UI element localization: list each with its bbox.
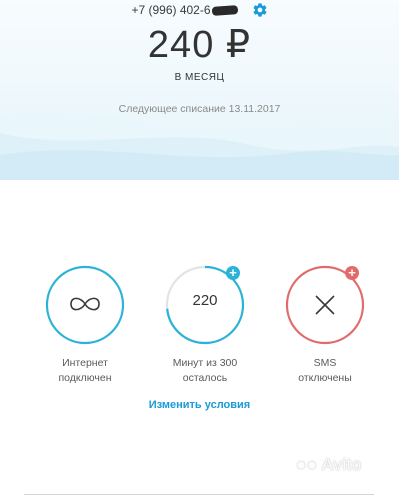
sms-label: SMS отключены (280, 356, 370, 386)
avito-watermark-text: Avito (321, 455, 362, 474)
minutes-label-line2: осталось (182, 372, 228, 384)
minutes-remaining-value: 220 (192, 292, 218, 309)
sms-label-line1: SMS (313, 357, 337, 369)
internet-label: Интернет подключен (40, 356, 130, 386)
change-terms-link[interactable]: Изменить условия (0, 399, 399, 411)
close-icon (315, 295, 335, 315)
minutes-gauge[interactable]: 220 + Минут из 300 осталось (160, 262, 250, 386)
phone-redaction (211, 5, 238, 17)
gear-icon[interactable] (252, 2, 268, 18)
services-gauges: Интернет подключен 220 + Минут из 300 ос… (0, 262, 399, 384)
phone-number: +7 (996) 402-6 (131, 3, 238, 17)
tariff-header: +7 (996) 402-6 240 ₽ В МЕСЯЦ Следующее с… (0, 0, 399, 180)
avito-logo-icon: ●● (296, 455, 318, 474)
phone-row: +7 (996) 402-6 (0, 0, 399, 20)
add-sms-button[interactable]: + (345, 266, 359, 280)
infinity-icon (70, 297, 100, 311)
next-charge-date: Следующее списание 13.11.2017 (118, 103, 281, 115)
avito-watermark: ●● Avito (296, 455, 392, 483)
sms-gauge[interactable]: + SMS отключены (280, 262, 370, 386)
phone-number-text: +7 (996) 402-6 (131, 3, 211, 17)
bottom-divider (24, 494, 374, 495)
internet-label-line2: подключен (58, 372, 112, 384)
minutes-label: Минут из 300 осталось (160, 356, 250, 386)
internet-label-line1: Интернет (62, 357, 108, 369)
monthly-price: 240 ₽ (147, 24, 252, 66)
price-period: В МЕСЯЦ (174, 72, 225, 83)
add-minutes-button[interactable]: + (226, 266, 240, 280)
internet-gauge[interactable]: Интернет подключен (40, 262, 130, 386)
sms-label-line2: отключены (298, 372, 352, 384)
minutes-label-line1: Минут из 300 (172, 357, 238, 369)
